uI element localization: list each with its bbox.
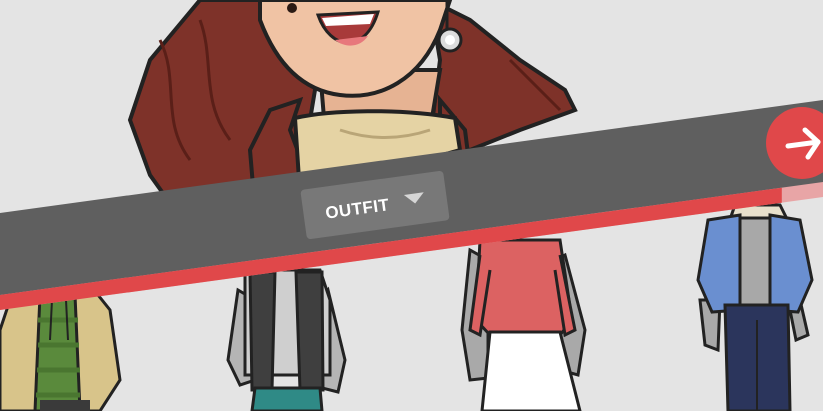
outfit-option-red-top-white-skirt[interactable] [460, 238, 587, 411]
outfit-option-vest-teal-pants[interactable] [226, 268, 347, 411]
beauty-mark [287, 3, 297, 13]
avatar-builder-screen: OUTFIT [0, 0, 823, 411]
outfit-option-denim-jacket[interactable] [696, 203, 814, 411]
